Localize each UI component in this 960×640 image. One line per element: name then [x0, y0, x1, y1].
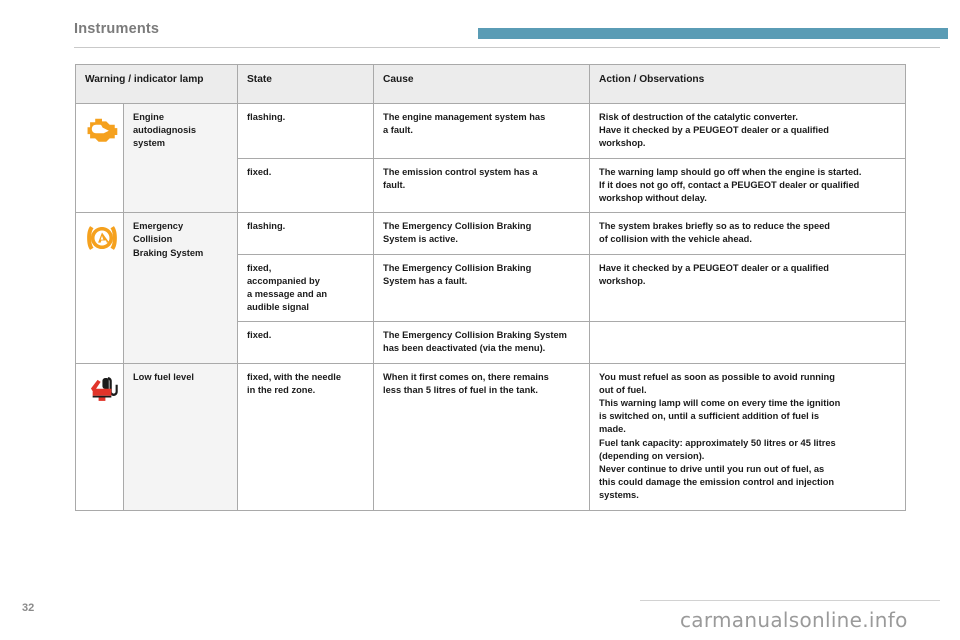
cause-cell: The Emergency Collision Braking System is…: [373, 212, 591, 255]
state-cell: flashing.: [237, 212, 375, 255]
action-line: out of fuel.: [599, 384, 647, 395]
lamp-name-cell: Low fuel level: [122, 362, 239, 511]
cause-line: has been deactivated (via the menu).: [383, 343, 546, 354]
lamp-name-line: Engine: [133, 112, 164, 122]
lamp-name-line: Low fuel level: [133, 371, 194, 382]
lamp-name-line: Collision: [133, 234, 173, 245]
state-line: fixed.: [247, 330, 272, 341]
state-cell: flashing.: [237, 103, 375, 159]
state-cell: fixed, accompanied by a message and an audi…: [237, 253, 375, 323]
lamp-name-line: Emergency: [133, 221, 184, 232]
action-line: systems.: [599, 490, 639, 501]
warning-indicator-lamp-table: Warning / indicator lamp State Cause Act…: [74, 64, 907, 511]
state-line: fixed,: [247, 262, 272, 273]
emergency-collision-braking-icon: [85, 226, 119, 255]
column-header-lamp: Warning / indicator lamp: [74, 64, 239, 104]
state-cell: fixed, with the needle in the red zone.: [237, 362, 375, 511]
cause-cell: The Emergency Collision Braking System ha…: [373, 253, 591, 323]
cause-cell: The engine management system has a fault.: [373, 103, 591, 159]
table-row: Engine autodiagnosis system flashing. The en…: [75, 102, 907, 214]
state-line: fixed, with the needle: [247, 371, 342, 382]
page-title: Instruments: [74, 21, 160, 37]
table-header-row: Warning / indicator lamp State Cause Act…: [74, 64, 907, 104]
cause-line: The emission control system has a: [383, 166, 538, 177]
state-cell: fixed.: [237, 321, 375, 364]
action-cell: [589, 321, 907, 364]
lamp-icon-cell: [75, 212, 124, 364]
action-line: is switched on, until a sufficient addit…: [599, 411, 820, 422]
action-cell: Have it checked by a PEUGEOT dealer or a…: [589, 253, 907, 323]
column-header-cause: Cause: [373, 64, 591, 104]
action-line: Fuel tank capacity: approximately 50 lit…: [599, 437, 836, 448]
state-line: fixed.: [247, 166, 272, 177]
action-line: This warning lamp will come on every tim…: [599, 398, 841, 408]
action-line: workshop without delay.: [599, 192, 707, 203]
action-cell: The warning lamp should go off when the …: [589, 157, 907, 214]
action-line: The system brakes briefly so as to reduc…: [599, 221, 830, 232]
table-row: Emergency Collision Braking System flashing…: [75, 212, 907, 364]
lamp-name-line: autodiagnosis: [133, 125, 197, 136]
action-line: workshop.: [599, 138, 646, 149]
site-watermark: carmanualsonline.info: [680, 608, 908, 632]
lamp-name-line: system: [133, 138, 166, 149]
action-cell: You must refuel as soon as possible to a…: [589, 362, 907, 511]
page-number: 32: [22, 602, 35, 614]
action-line: Have it checked by a PEUGEOT dealer or a…: [599, 262, 829, 273]
low-fuel-level-icon: [85, 376, 119, 406]
table-row: Low fuel level fixed, with the needle in t…: [75, 362, 907, 511]
footer-divider: [640, 600, 940, 601]
action-line: workshop.: [599, 275, 646, 286]
cause-line: fault.: [383, 179, 406, 190]
cause-line: The Emergency Collision Braking: [383, 262, 532, 273]
state-line: a message and an: [247, 288, 328, 299]
state-line: in the red zone.: [247, 384, 316, 395]
lamp-icon-cell: [75, 102, 124, 214]
page-header: Instruments: [0, 0, 960, 52]
action-line: of collision with the vehicle ahead.: [599, 234, 752, 245]
action-line: Have it checked by a PEUGEOT dealer or a…: [599, 125, 829, 136]
state-line: flashing.: [247, 112, 286, 122]
engine-autodiagnosis-icon: [85, 118, 119, 146]
action-line: Risk of destruction of the catalytic con…: [599, 112, 798, 122]
state-line: accompanied by: [247, 275, 320, 286]
cause-cell: The emission control system has a fault.: [373, 157, 591, 214]
table-body: Engine autodiagnosis system flashing. The en…: [75, 102, 907, 511]
header-accent-bar: [478, 28, 948, 39]
action-line: Never continue to drive until you run ou…: [599, 463, 825, 474]
action-cell: Risk of destruction of the catalytic con…: [589, 103, 907, 159]
lamp-name-line: Braking System: [133, 247, 204, 258]
cause-cell: When it first comes on, there remains les…: [373, 362, 591, 511]
cause-line: The engine management system has: [383, 112, 546, 122]
lamp-name-cell: Emergency Collision Braking System: [122, 212, 239, 364]
cause-line: The Emergency Collision Braking: [383, 221, 532, 232]
action-cell: The system brakes briefly so as to reduc…: [589, 212, 907, 255]
action-line: this could damage the emission control a…: [599, 477, 835, 488]
lamp-icon-cell: [75, 362, 124, 511]
action-line: made.: [599, 424, 626, 435]
cause-cell: The Emergency Collision Braking System ha…: [373, 321, 591, 364]
column-header-action: Action / Observations: [589, 64, 907, 104]
action-line: If it does not go off, contact a PEUGEOT…: [599, 179, 860, 190]
cause-line: System has a fault.: [383, 275, 468, 286]
state-line: audible signal: [247, 302, 310, 313]
action-line: You must refuel as soon as possible to a…: [599, 371, 835, 382]
cause-line: When it first comes on, there remains: [383, 371, 549, 382]
state-line: flashing.: [247, 221, 286, 232]
cause-line: a fault.: [383, 125, 413, 136]
cause-line: The Emergency Collision Braking System: [383, 330, 567, 341]
action-line: The warning lamp should go off when the …: [599, 166, 862, 177]
lamp-name-cell: Engine autodiagnosis system: [122, 102, 239, 214]
cause-line: less than 5 litres of fuel in the tank.: [383, 384, 538, 395]
action-line: (depending on version).: [599, 450, 705, 461]
column-header-state: State: [237, 64, 375, 104]
cause-line: System is active.: [383, 234, 458, 245]
header-divider: [74, 47, 940, 48]
state-cell: fixed.: [237, 157, 375, 214]
